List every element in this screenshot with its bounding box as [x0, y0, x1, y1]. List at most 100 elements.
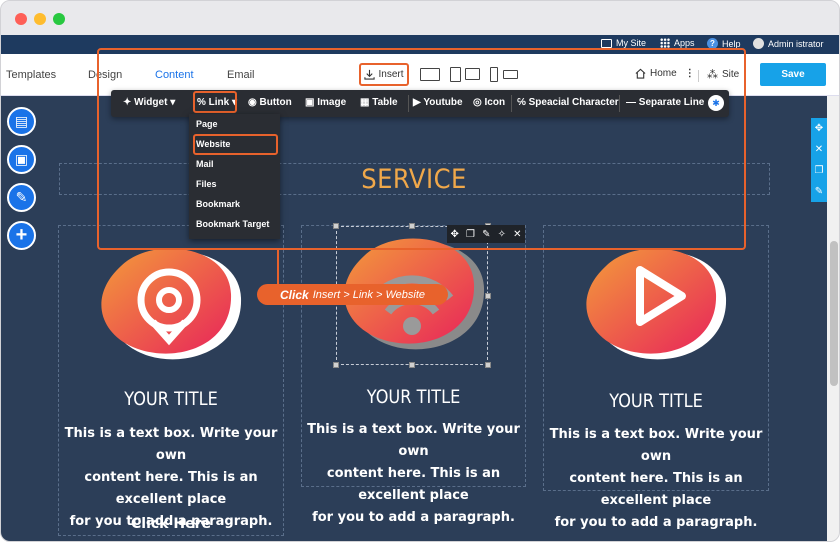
divider	[408, 95, 409, 112]
close-window-button[interactable]	[15, 13, 27, 25]
youtube-tool[interactable]: ▶ Youtube	[413, 97, 463, 108]
sections-button[interactable]: ▤	[7, 107, 36, 136]
divider	[511, 95, 512, 112]
resize-handle[interactable]	[485, 362, 491, 368]
resize-handle[interactable]	[485, 293, 491, 299]
save-button[interactable]: Save	[760, 63, 826, 86]
icon-label: Icon	[484, 97, 506, 108]
magic-wand-icon[interactable]: ✧	[498, 229, 506, 240]
scrollbar-thumb[interactable]	[830, 241, 838, 386]
insert-button[interactable]: Insert	[359, 63, 409, 86]
column-2-text-line: This is a text box. Write your own	[307, 422, 520, 459]
site-menu[interactable]: ⁂ Site	[707, 68, 739, 81]
move-icon[interactable]: ✥	[811, 118, 827, 139]
image-label: Image	[317, 97, 347, 108]
column-2-title: YOUR TITLE	[366, 386, 461, 408]
my-site-link[interactable]: My Site	[601, 38, 646, 48]
resize-handle[interactable]	[409, 362, 415, 368]
close-icon[interactable]: ✕	[811, 139, 827, 160]
browser-icon	[601, 38, 612, 48]
help-link[interactable]: ? Help	[707, 38, 741, 49]
tab-design[interactable]: Design	[88, 69, 122, 81]
minimize-window-button[interactable]	[34, 13, 46, 25]
special-character-tool[interactable]: ℅ Speacial Character	[517, 97, 619, 108]
avatar	[753, 38, 764, 49]
edit-icon[interactable]: ✎	[482, 229, 490, 240]
link-option-mail[interactable]: Mail	[196, 159, 214, 169]
service-column-1[interactable]: YOUR TITLE This is a text box. Write you…	[58, 225, 284, 536]
plus-icon: +	[15, 224, 28, 246]
mobile-view-icon[interactable]	[490, 67, 498, 82]
tablet-landscape-view-icon[interactable]	[465, 68, 480, 80]
column-3-text: This is a text box. Write your own conte…	[544, 424, 768, 534]
annotation-connector	[277, 249, 279, 286]
callout-path: Insert > Link > Website	[312, 288, 425, 301]
youtube-icon: ▶	[413, 97, 421, 108]
column-3-text-line: content here. This is an excellent place	[569, 471, 743, 508]
icon-tool[interactable]: ◎ Icon	[473, 97, 505, 108]
line-icon: —	[626, 97, 636, 108]
website-option-highlight	[193, 134, 278, 155]
link-option-page[interactable]: Page	[196, 119, 218, 129]
home-label: Home	[650, 68, 677, 79]
resize-handle[interactable]	[409, 223, 415, 229]
download-icon	[364, 69, 376, 80]
resize-handle[interactable]	[333, 223, 339, 229]
pages-button[interactable]: ▣	[7, 145, 36, 174]
tablet-view-icon[interactable]	[450, 67, 461, 82]
maximize-window-button[interactable]	[53, 13, 65, 25]
click-here-link[interactable]: Click Here	[59, 516, 283, 532]
button-icon: ◉	[248, 97, 257, 108]
youtube-label: Youtube	[423, 97, 463, 108]
home-page-selector[interactable]: Home ⋮	[635, 68, 695, 79]
apps-link[interactable]: Apps	[660, 38, 695, 48]
button-tool[interactable]: ◉ Button	[248, 97, 292, 108]
section-title: SERVICE	[361, 164, 467, 195]
account-bar: My Site Apps ? Help Admin istrator	[1, 35, 839, 54]
column-1-title: YOUR TITLE	[124, 388, 218, 410]
close-icon[interactable]: ✕	[513, 229, 521, 240]
location-pin-icon	[101, 248, 242, 360]
column-3-text-line: for you to add a paragraph.	[554, 515, 758, 530]
image-tool[interactable]: ▣ Image	[305, 97, 346, 108]
special-character-icon: ℅	[517, 97, 526, 108]
tab-content[interactable]: Content	[155, 69, 194, 81]
desktop-view-icon[interactable]	[420, 68, 440, 81]
edit-text-button[interactable]: ✎	[7, 183, 36, 212]
copy-icon[interactable]: ❐	[466, 229, 475, 240]
service-column-3[interactable]: YOUR TITLE This is a text box. Write you…	[543, 225, 769, 530]
widget-menu[interactable]: ✦ Widget ▾	[123, 97, 175, 108]
mobile-landscape-view-icon[interactable]	[503, 70, 518, 79]
link-menu-highlight	[193, 91, 237, 113]
home-icon	[635, 68, 646, 79]
browser-window: My Site Apps ? Help Admin istrator Templ…	[0, 0, 840, 542]
link-option-files[interactable]: Files	[196, 179, 217, 189]
pin-icon[interactable]: ✱	[708, 95, 724, 111]
table-tool[interactable]: ▦ Table	[360, 97, 398, 108]
edit-icon[interactable]: ✎	[811, 181, 827, 202]
column-1-text-line: This is a text box. Write your own	[64, 426, 278, 463]
document-icon: ▣	[14, 151, 29, 167]
link-option-bookmark[interactable]: Bookmark	[196, 199, 240, 209]
apps-label: Apps	[674, 38, 695, 48]
callout-action: Click	[280, 287, 309, 302]
resize-handle[interactable]	[333, 362, 339, 368]
window-titlebar	[1, 1, 839, 35]
column-3-text-line: This is a text box. Write your own	[549, 427, 763, 464]
help-label: Help	[722, 38, 741, 49]
link-option-bookmark-target[interactable]: Bookmark Target	[196, 219, 269, 229]
divider	[698, 70, 699, 82]
column-2-text-line: for you to add a paragraph.	[312, 510, 515, 525]
column-2-text: This is a text box. Write your own conte…	[302, 419, 525, 529]
instruction-callout: Click Insert > Link > Website	[257, 284, 448, 305]
separate-line-tool[interactable]: — Separate Line	[626, 97, 704, 108]
tab-templates[interactable]: Templates	[6, 69, 56, 81]
separate-line-label: Separate Line	[638, 97, 705, 108]
add-button[interactable]: +	[7, 221, 36, 250]
tab-email[interactable]: Email	[227, 69, 255, 81]
copy-icon[interactable]: ❐	[811, 160, 827, 181]
play-icon	[586, 248, 727, 360]
link-dropdown: Page Website Mail Files Bookmark Bookmar…	[189, 114, 280, 239]
move-icon[interactable]: ✥	[451, 229, 459, 240]
user-menu[interactable]: Admin istrator	[753, 38, 824, 49]
